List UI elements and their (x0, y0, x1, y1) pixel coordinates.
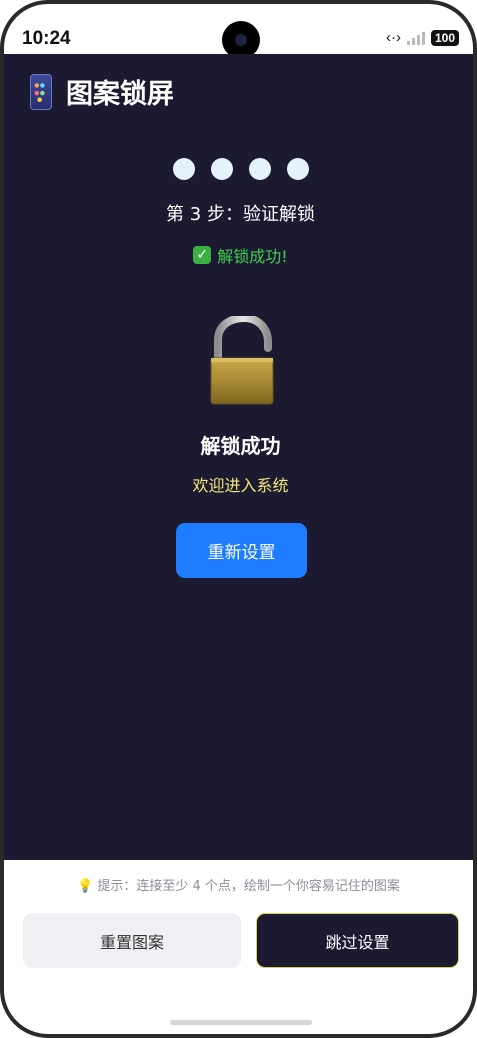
unlocked-padlock-icon (210, 316, 274, 405)
battery-icon: 100 (430, 29, 459, 46)
data-transfer-icon: ‹·› (385, 29, 401, 46)
status-icons: ‹·› 100 (386, 29, 459, 46)
progress-dot (172, 158, 195, 180)
check-icon: ✓ (193, 246, 212, 264)
home-indicator[interactable] (170, 1020, 312, 1025)
status-time: 10:24 (22, 28, 71, 49)
hint-row: 💡 提示：连接至少 4 个点，绘制一个你容易记住的图案 (0, 875, 477, 894)
step-label: 第 3 步：验证解锁 (166, 204, 315, 225)
reset-button[interactable]: 重新设置 (176, 523, 307, 578)
bottom-panel: 💡 提示：连接至少 4 个点，绘制一个你容易记住的图案 重置图案 跳过设置 (0, 860, 477, 1038)
progress-dot (248, 158, 271, 180)
bulb-icon: 💡 (77, 879, 94, 894)
app-header: 图案锁屏 (30, 72, 174, 111)
status-text: 解锁成功! (217, 247, 288, 266)
progress-dot (210, 158, 233, 180)
welcome-text: 欢迎进入系统 (192, 476, 289, 495)
signal-icon (406, 31, 425, 45)
status-message: ✓ 解锁成功! (4, 243, 477, 267)
pattern-progress-dots (4, 158, 477, 180)
hint-text: 提示：连接至少 4 个点，绘制一个你容易记住的图案 (97, 879, 400, 894)
phone-screen: 10:24 ‹·› 100 图案锁屏 第 3 步：验证解锁 ✓ 解锁成功! 解锁… (0, 0, 477, 1038)
reset-pattern-button[interactable]: 重置图案 (23, 913, 241, 968)
status-bar: 10:24 ‹·› 100 (0, 0, 477, 59)
app-content: 图案锁屏 第 3 步：验证解锁 ✓ 解锁成功! 解锁成功 欢迎进入系统 重新设置 (4, 54, 477, 860)
unlock-title: 解锁成功 (200, 434, 281, 458)
page-title: 图案锁屏 (66, 79, 174, 110)
skip-setup-button[interactable]: 跳过设置 (256, 913, 459, 968)
phone-icon (30, 73, 52, 110)
progress-dot (286, 158, 309, 180)
